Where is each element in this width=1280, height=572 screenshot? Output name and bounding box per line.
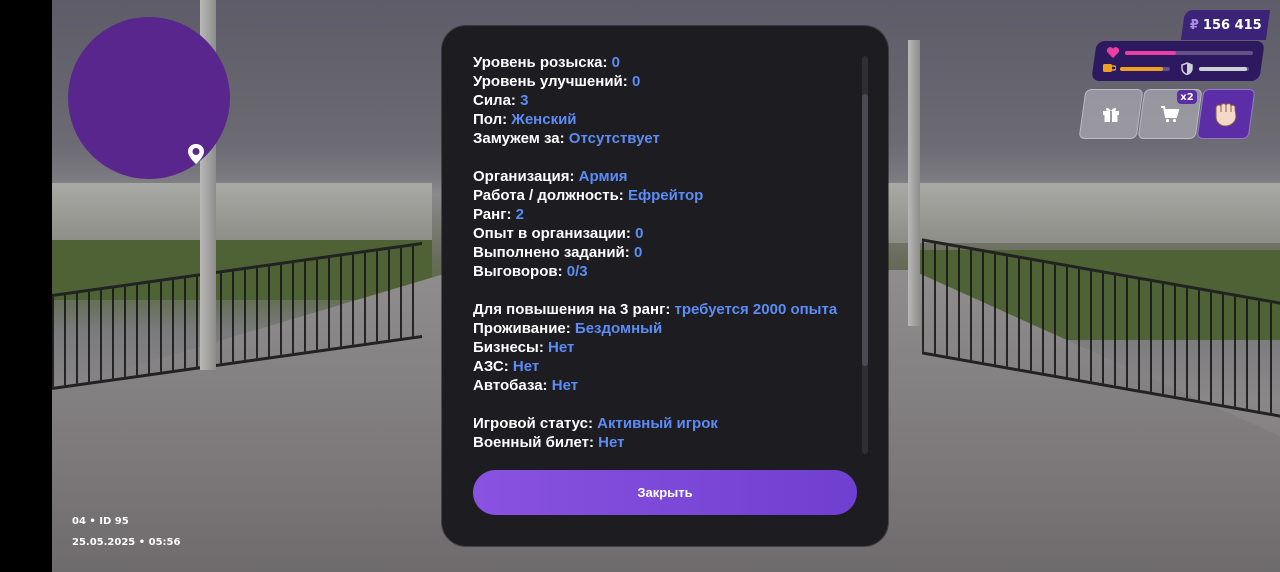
food-bar (1120, 67, 1170, 71)
health-bar-fill (1125, 51, 1177, 55)
health-bar (1125, 51, 1253, 55)
info-row: Проживание: Бездомный (473, 319, 863, 338)
dialog-scrollbar-thumb[interactable] (862, 93, 868, 366)
info-label: Организация: (473, 168, 575, 185)
datetime-label: 25.05.2025 • 05:56 (72, 537, 181, 548)
info-label: Опыт в организации: (473, 225, 631, 242)
info-value: Бездомный (574, 320, 663, 337)
fist-attack-button[interactable] (1196, 89, 1256, 139)
info-value: Отсутствует (568, 130, 660, 147)
info-row: Замужем за: Отсутствует (473, 129, 863, 148)
character-info-dialog: Уровень розыска: 0 Уровень улучшений: 0 Си… (442, 26, 888, 546)
info-row: Организация: Армия (473, 167, 863, 186)
info-value: 0 (633, 244, 643, 261)
info-row: Игровой статус: Активный игрок (473, 414, 863, 433)
info-row: Работа / должность: Ефрейтор (473, 186, 863, 205)
info-row: Для повышения на 3 ранг: требуется 2000 … (473, 300, 863, 319)
info-label: Работа / должность: (473, 187, 624, 204)
info-row: Выполнено заданий: 0 (473, 243, 863, 262)
cart-icon (1161, 106, 1180, 123)
money-amount: 156 415 (1202, 17, 1262, 33)
close-button[interactable]: Закрыть (473, 470, 857, 515)
prison-wall-left (52, 183, 432, 243)
dialog-scrollbar[interactable] (862, 56, 868, 454)
info-row: АЗС: Нет (473, 357, 863, 376)
info-label: Автобаза: (473, 377, 548, 394)
info-label: Замужем за: (473, 130, 565, 147)
info-row: Уровень улучшений: 0 (473, 72, 863, 91)
info-label: Уровень розыска: (473, 54, 608, 71)
shop-multiplier-badge: x2 (1177, 90, 1197, 104)
info-label: АЗС: (473, 358, 509, 375)
info-value: 0/3 (566, 263, 588, 280)
info-value: 2 (515, 206, 524, 223)
info-value: 0 (635, 225, 644, 242)
info-value: Ефрейтор (627, 187, 704, 204)
lamp-pole-right (908, 40, 920, 326)
info-value: Нет (547, 339, 575, 356)
gift-button[interactable] (1078, 89, 1144, 139)
info-row: Автобаза: Нет (473, 376, 863, 395)
info-value: Активный игрок (597, 415, 718, 432)
server-id-label: 04 • ID 95 (72, 516, 129, 527)
info-value: 0 (631, 73, 641, 90)
info-row: Выговоров: 0/3 (473, 262, 863, 281)
info-row: Военный билет: Нет (473, 433, 863, 452)
info-value: Нет (598, 434, 625, 451)
info-label: Пол: (473, 111, 508, 128)
info-row: Ранг: 2 (473, 205, 863, 224)
gift-icon (1103, 107, 1119, 122)
character-info-list: Уровень розыска: 0 Уровень улучшений: 0 Си… (473, 53, 863, 452)
info-value: Женский (511, 111, 577, 128)
armor-bar (1199, 67, 1249, 71)
info-label: Выговоров: (473, 263, 563, 280)
info-label: Для повышения на 3 ранг: (473, 301, 671, 318)
food-cup-icon (1103, 64, 1116, 72)
armor-bar-fill (1199, 67, 1247, 71)
ruble-icon: ₽ (1189, 17, 1199, 33)
info-label: Игровой статус: (473, 415, 593, 432)
info-value: Армия (578, 168, 628, 185)
info-label: Военный билет: (473, 434, 594, 451)
info-label: Бизнесы: (473, 339, 544, 356)
info-row: Пол: Женский (473, 110, 863, 129)
info-label: Выполнено заданий: (473, 244, 630, 261)
heart-icon (1106, 47, 1120, 58)
screen-border (0, 0, 52, 572)
info-value: 3 (520, 92, 529, 109)
info-label: Сила: (473, 92, 516, 109)
location-pin-icon (188, 144, 204, 164)
prison-wall-right (888, 183, 1280, 243)
armor-shield-icon (1181, 62, 1193, 75)
info-label: Уровень улучшений: (473, 73, 628, 90)
info-row: Опыт в организации: 0 (473, 224, 863, 243)
info-row: Бизнесы: Нет (473, 338, 863, 357)
info-value: 0 (611, 54, 620, 71)
info-row: Сила: 3 (473, 91, 863, 110)
info-value: требуется 2000 опыта (674, 301, 838, 318)
info-value: Нет (551, 377, 579, 394)
fist-icon (1215, 103, 1237, 127)
info-value: Нет (512, 358, 540, 375)
info-label: Ранг: (473, 206, 512, 223)
info-row: Уровень розыска: 0 (473, 53, 863, 72)
money-display: ₽ 156 415 (1180, 10, 1271, 40)
food-bar-fill (1120, 67, 1163, 71)
info-label: Проживание: (473, 320, 571, 337)
